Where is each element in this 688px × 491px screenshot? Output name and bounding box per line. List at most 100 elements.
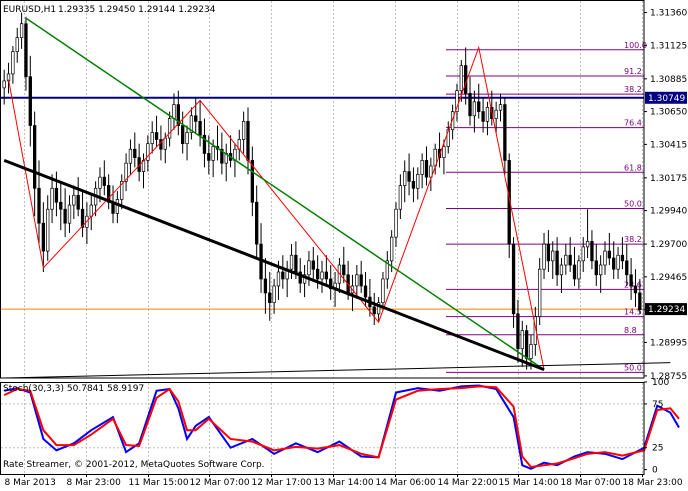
candle-body bbox=[72, 194, 76, 206]
candle-body bbox=[276, 271, 281, 287]
candle-body bbox=[320, 271, 324, 280]
candle-body bbox=[359, 274, 363, 287]
y-tick-label: 1.29940 bbox=[650, 207, 687, 217]
fibo-level-label: 50.0 bbox=[624, 363, 642, 372]
candle-body bbox=[24, 23, 28, 78]
y-tick-label: 1.29700 bbox=[650, 240, 687, 250]
candle-body bbox=[50, 187, 54, 210]
candle-body bbox=[255, 201, 259, 245]
candle-body bbox=[246, 121, 250, 161]
y-tick-label: 1.31360 bbox=[650, 9, 687, 19]
x-tick-label: 15 Mar 14:00 bbox=[499, 478, 559, 488]
x-tick-label: 12 Mar 07:00 bbox=[190, 478, 250, 488]
candle-body bbox=[581, 246, 585, 262]
candle-body bbox=[481, 111, 485, 122]
candle-body bbox=[398, 185, 403, 210]
candle-body bbox=[498, 104, 503, 111]
candle-body bbox=[594, 260, 598, 276]
candle-body bbox=[459, 65, 463, 92]
candle-body bbox=[477, 101, 481, 112]
fibo-level-label: 100.0 bbox=[624, 41, 647, 50]
candle-body bbox=[207, 153, 211, 161]
candle-body bbox=[390, 236, 394, 262]
price-label: 1.30749 bbox=[648, 94, 685, 104]
candle-body bbox=[598, 264, 603, 276]
fibo-level-label: 8.8 bbox=[624, 326, 637, 335]
y-tick-label: 1.30885 bbox=[650, 75, 687, 85]
candle-body bbox=[154, 132, 159, 140]
ohlc-label: 1.29335 1.29450 1.29144 1.29234 bbox=[58, 5, 216, 15]
candle-body bbox=[577, 260, 581, 280]
candle-body bbox=[41, 222, 46, 252]
candle-body bbox=[89, 204, 93, 217]
candle-body bbox=[181, 125, 185, 145]
candle-body bbox=[163, 137, 167, 150]
fibo-level-label: 38.2 bbox=[624, 85, 642, 94]
candle-body bbox=[372, 306, 376, 315]
candle-body bbox=[472, 101, 477, 117]
candle-body bbox=[381, 278, 385, 304]
y-tick-label: 1.30650 bbox=[650, 108, 687, 118]
candle-body bbox=[54, 187, 59, 203]
candle-body bbox=[424, 160, 429, 178]
candle-body bbox=[150, 132, 154, 145]
candle-body bbox=[2, 80, 6, 89]
candle-body bbox=[546, 243, 551, 262]
stoch-tick-label: 75 bbox=[652, 400, 663, 410]
y-tick-label: 1.31125 bbox=[650, 41, 687, 51]
fibo-level-label: 61.8 bbox=[624, 163, 642, 172]
candle-body bbox=[11, 51, 15, 75]
candle-body bbox=[416, 174, 420, 189]
x-tick-label: 8 Mar 23:00 bbox=[67, 478, 122, 488]
candle-body bbox=[311, 260, 315, 270]
candle-body bbox=[555, 250, 559, 276]
candle-body bbox=[572, 264, 577, 280]
candle-body bbox=[407, 171, 411, 182]
candle-body bbox=[272, 285, 276, 304]
candle-body bbox=[115, 199, 120, 214]
candle-body bbox=[542, 243, 546, 270]
chart-background bbox=[0, 0, 688, 491]
fibo-level-label: 91.2 bbox=[624, 67, 642, 76]
chart-window: 100.0 91.2 38.2 76.4 61.8 50.0 38.2 23.6 14.5 8.8… bbox=[0, 0, 688, 491]
fibo-level-label: 38.2 bbox=[624, 235, 642, 244]
x-tick-label: 12 Mar 17:00 bbox=[252, 478, 312, 488]
candle-body bbox=[19, 23, 24, 39]
candle-body bbox=[15, 37, 19, 52]
candle-body bbox=[102, 176, 106, 186]
candle-body bbox=[98, 176, 102, 189]
candle-body bbox=[616, 254, 620, 270]
candle-body bbox=[564, 254, 568, 266]
candle-body bbox=[194, 115, 198, 122]
x-tick-label: 13 Mar 14:00 bbox=[314, 478, 374, 488]
fibo-level-label: 76.4 bbox=[624, 119, 642, 128]
candle-body bbox=[538, 268, 542, 317]
x-tick-label: 18 Mar 07:00 bbox=[561, 478, 621, 488]
candle-body bbox=[520, 330, 524, 350]
fibo-level-label: 50.0 bbox=[624, 200, 642, 209]
candle-body bbox=[315, 268, 320, 280]
y-tick-label: 1.30415 bbox=[650, 140, 687, 150]
candle-body bbox=[603, 250, 607, 266]
candle-body bbox=[568, 254, 572, 266]
y-tick-label: 1.30175 bbox=[650, 174, 687, 184]
candle-body bbox=[198, 121, 202, 136]
candle-body bbox=[281, 271, 285, 280]
candle-body bbox=[633, 285, 638, 294]
x-tick-label: 14 Mar 22:00 bbox=[438, 478, 498, 488]
candle-body bbox=[46, 208, 50, 252]
stoch-tick-label: 25 bbox=[652, 444, 663, 454]
chart-canvas[interactable]: 100.091.238.276.461.850.038.223.614.58.8… bbox=[0, 0, 688, 491]
candle-body bbox=[307, 260, 311, 276]
stochastic-title: Stoch(30,3,3) 50.7841 58.9197 bbox=[3, 384, 144, 394]
candle-body bbox=[263, 278, 268, 294]
stoch-tick-label: 0 bbox=[652, 466, 658, 476]
candle-body bbox=[468, 93, 472, 117]
candle-body bbox=[128, 148, 133, 164]
candle-body bbox=[294, 254, 298, 273]
candle-body bbox=[411, 180, 416, 189]
candle-body bbox=[133, 148, 137, 158]
candle-body bbox=[172, 104, 176, 119]
stoch-tick-label: 100 bbox=[652, 378, 669, 388]
candle-body bbox=[607, 250, 612, 259]
